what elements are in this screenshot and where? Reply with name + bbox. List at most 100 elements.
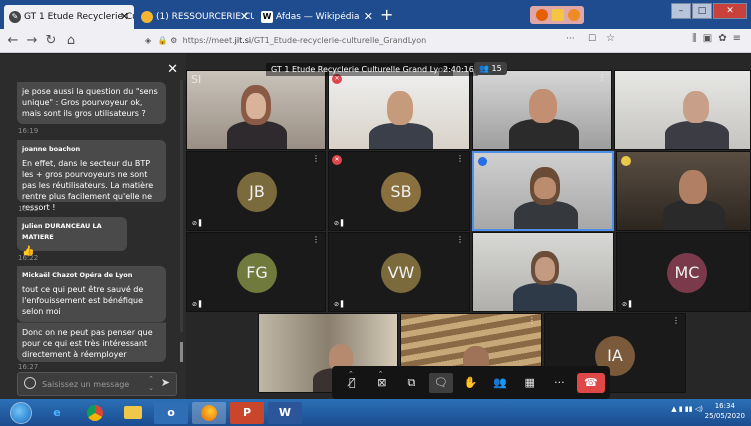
favicon-icon	[141, 11, 153, 23]
participant-count-badge[interactable]: 👥 15	[474, 62, 507, 75]
participant-count: 15	[491, 64, 502, 73]
signal-icon: ⊘ ▌	[192, 301, 204, 308]
video-tile[interactable]	[472, 232, 614, 312]
chat-message: joanne boachon En effet, dans le secteur…	[17, 140, 166, 212]
avatar-mc: MC	[667, 253, 707, 293]
more-icon[interactable]: ⋮	[528, 316, 536, 325]
video-tile[interactable]: ✕	[328, 70, 470, 150]
chrome-icon[interactable]	[78, 402, 112, 424]
url-path: /GT1_Etude-recyclerie-culturelle_GrandLy…	[251, 36, 427, 45]
close-icon[interactable]: ✕	[120, 5, 129, 29]
close-chat-button[interactable]: ✕	[167, 62, 178, 77]
signal-icon: ⊘ ▌	[334, 301, 346, 308]
internet-explorer-icon[interactable]: e	[40, 402, 74, 424]
url-prefix: https://meet.	[182, 36, 235, 45]
menu-icon[interactable]: ≡	[733, 33, 747, 44]
video-tile[interactable]: FG ⋮ ⊘ ▌	[186, 232, 326, 312]
taskbar-clock[interactable]: 16:34 25/05/2020	[705, 401, 745, 421]
video-tile[interactable]: SI	[186, 70, 326, 150]
video-tile[interactable]	[614, 70, 751, 150]
participants-button[interactable]: 👥	[488, 373, 513, 393]
explorer-icon[interactable]	[116, 402, 150, 424]
tab-label: Afdas — Wikipédia	[276, 12, 360, 22]
video-tile[interactable]	[616, 151, 751, 231]
more-icon[interactable]: ⋮	[456, 235, 464, 244]
chat-message: je pose aussi la question du "sens uniqu…	[17, 82, 166, 124]
video-tile-active-speaker[interactable]	[472, 151, 614, 231]
library-icon[interactable]: ⫼	[692, 33, 703, 44]
new-tab-button[interactable]: +	[380, 5, 393, 25]
more-icon[interactable]: ⋮	[672, 316, 680, 325]
volume-icon[interactable]: ◁)	[695, 405, 703, 413]
extension-icon	[552, 9, 564, 21]
powerpoint-icon[interactable]: P	[230, 402, 264, 424]
signal-icon: ⊘ ▌	[622, 301, 634, 308]
meeting-title: GT 1 Etude Recyclerie Culturelle Grand L…	[266, 63, 454, 76]
more-icon[interactable]: ⋮	[456, 154, 464, 163]
screen-share-button[interactable]: ⧉	[399, 373, 424, 393]
more-actions-button[interactable]: ···	[566, 34, 575, 44]
video-tile[interactable]: MC ⊘ ▌	[616, 232, 751, 312]
camera-button[interactable]: ⌃ ⊠	[370, 370, 395, 393]
close-icon[interactable]: ✕	[240, 5, 249, 29]
addon-icon[interactable]: ✿	[718, 33, 732, 44]
more-icon[interactable]: ⋮	[312, 154, 320, 163]
microphone-button[interactable]: ⌃ 🎙̸	[340, 370, 365, 393]
tile-view-button[interactable]: ▦	[517, 373, 542, 393]
more-options-button[interactable]: ···	[547, 373, 572, 393]
firefox-taskbar-icon[interactable]	[192, 402, 226, 424]
clock-time: 16:34	[714, 402, 735, 410]
home-button[interactable]: ⌂	[62, 32, 80, 50]
reload-button[interactable]: ↻	[42, 32, 60, 50]
browser-tab-bar: ✎ GT 1 Etude Recyclerie Cultu ✕ (1) RESS…	[0, 0, 751, 29]
video-tile[interactable]: JB ⋮ ⊘ ▌	[186, 151, 326, 231]
message-time: 16:27	[18, 363, 39, 371]
raise-hand-button[interactable]: ✋	[458, 373, 483, 393]
signal-icon: ⊘ ▌	[334, 220, 346, 227]
hand-icon: ✋	[463, 375, 478, 389]
clock-date: 25/05/2020	[704, 412, 745, 420]
close-icon[interactable]: ✕	[364, 5, 373, 29]
scroll-thumb[interactable]	[180, 342, 183, 362]
tray-arrow-icon[interactable]: ▲	[671, 405, 676, 413]
tab-ressourcerie[interactable]: (1) RESSOURCERIE CULTURELL ✕	[136, 5, 254, 29]
minimize-button[interactable]: –	[671, 3, 691, 19]
forward-button[interactable]: →	[23, 32, 41, 50]
url-text: https://meet.jit.si/GT1_Etude-recyclerie…	[183, 36, 427, 45]
tab-wikipedia[interactable]: W Afdas — Wikipédia ✕	[256, 5, 378, 29]
window-close-button[interactable]: ✕	[713, 3, 747, 19]
chevron-up-icon[interactable]: ⌃	[348, 364, 354, 384]
network-icon[interactable]: ▮	[679, 405, 683, 413]
message-time: 16:19	[18, 127, 39, 135]
bookmark-star-icon[interactable]: ☆	[606, 33, 615, 44]
emoji-icon[interactable]	[24, 377, 36, 389]
chat-scrollbar[interactable]	[180, 80, 183, 362]
start-button[interactable]	[10, 402, 32, 424]
tab-jitsi[interactable]: ✎ GT 1 Etude Recyclerie Cultu ✕	[4, 5, 134, 29]
send-icon[interactable]: ➤	[161, 376, 170, 389]
outlook-icon[interactable]: o	[154, 402, 188, 424]
signal-bars-icon[interactable]: ▮▮	[685, 405, 693, 413]
permissions-icon: ⚙	[170, 36, 178, 45]
message-time: 16:22	[18, 254, 39, 262]
chat-button[interactable]: 🗨	[428, 372, 454, 393]
extension-icon	[568, 9, 580, 21]
video-tile[interactable]: ✕ SB ⋮ ⊘ ▌	[328, 151, 470, 231]
chevron-up-icon[interactable]: ⌃	[378, 364, 384, 384]
maximize-button[interactable]: □	[692, 3, 712, 19]
video-tile[interactable]: VW ⋮ ⊘ ▌	[328, 232, 470, 312]
more-icon[interactable]: ⋮	[312, 235, 320, 244]
message-time: 16:22	[18, 205, 39, 213]
address-bar[interactable]: ◈ 🔒 ⚙ https://meet.jit.si/GT1_Etude-recy…	[145, 33, 630, 49]
hangup-button[interactable]: ☎	[576, 372, 605, 393]
sidebar-icon[interactable]: ▣	[703, 33, 718, 44]
pocket-icon[interactable]: ☐	[588, 34, 596, 44]
word-icon[interactable]: W	[268, 402, 302, 424]
chat-message-input[interactable]	[42, 377, 142, 391]
firefox-addons[interactable]	[530, 6, 584, 24]
video-tile[interactable]: ⋮	[472, 70, 612, 150]
participants-icon: 👥	[493, 375, 508, 389]
more-icon[interactable]: ⋮	[598, 73, 606, 82]
spinner-icon[interactable]: ⌃ ⌄	[148, 375, 154, 393]
back-button[interactable]: ←	[4, 32, 22, 50]
